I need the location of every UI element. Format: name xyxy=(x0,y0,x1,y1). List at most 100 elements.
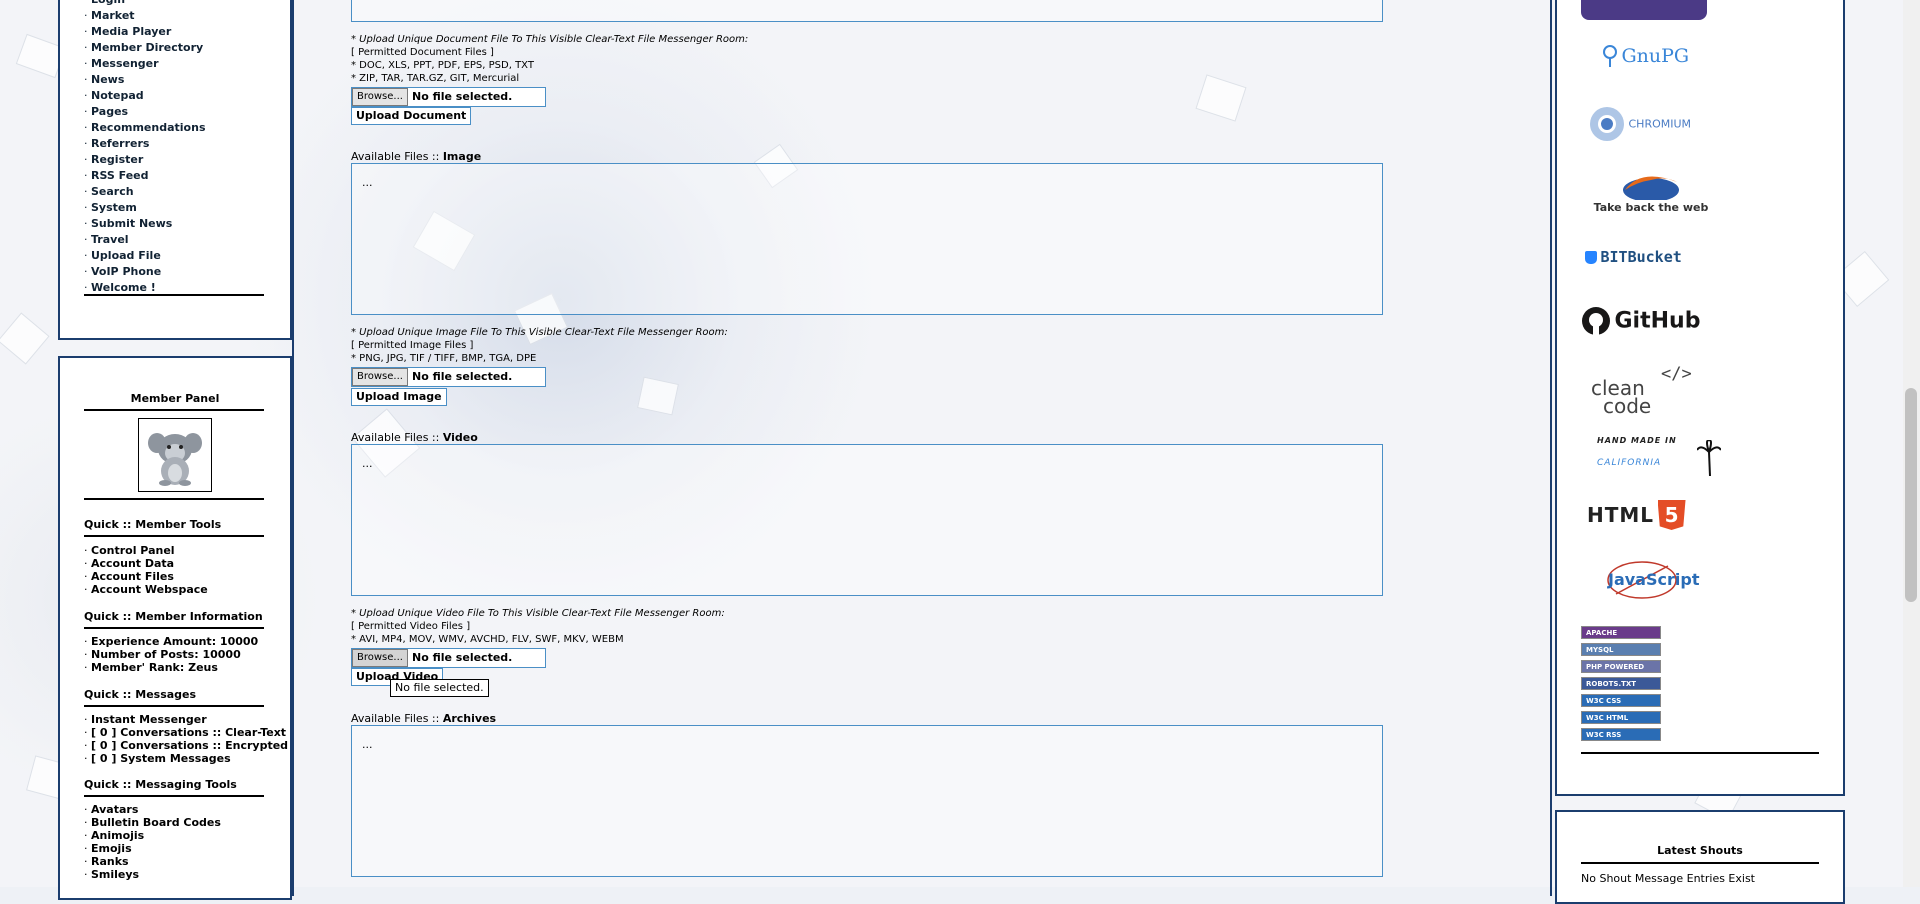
tech-badge[interactable]: MYSQL xyxy=(1581,643,1661,656)
nav-item[interactable]: Member Directory xyxy=(84,40,206,56)
nav-item[interactable]: Recommendations xyxy=(84,120,206,136)
document-types-2: * ZIP, TAR, TAR.GZ, GIT, Mercurial xyxy=(351,73,520,84)
nav-item[interactable]: Upload File xyxy=(84,248,206,264)
video-files-category: Video xyxy=(442,431,478,444)
nav-item[interactable]: News xyxy=(84,72,206,88)
messages-list: Instant Messenger[ 0 ] Conversations :: … xyxy=(84,713,288,765)
upload-image-button[interactable]: Upload Image xyxy=(351,388,447,406)
nav-item[interactable]: Messenger xyxy=(84,56,206,72)
nav-item[interactable]: Media Player xyxy=(84,24,206,40)
tech-badge[interactable]: APACHE xyxy=(1581,626,1661,639)
cleancode-logo[interactable]: clean code </> xyxy=(1591,364,1701,418)
nav-item[interactable]: Notepad xyxy=(84,88,206,104)
tools-item[interactable]: Account Data xyxy=(84,557,208,570)
divider xyxy=(1581,862,1819,864)
messages-item[interactable]: [ 0 ] System Messages xyxy=(84,752,288,765)
nav-item[interactable]: Register xyxy=(84,152,206,168)
messaging-tools-item[interactable]: Bulletin Board Codes xyxy=(84,816,221,829)
tech-badge[interactable]: W3C HTML xyxy=(1581,711,1661,724)
video-types-1: * AVI, MP4, MOV, WMV, AVCHD, FLV, SWF, M… xyxy=(351,634,624,645)
video-files-box[interactable]: ... xyxy=(351,444,1383,596)
nav-item[interactable]: RSS Feed xyxy=(84,168,206,184)
messaging-tools-item[interactable]: Avatars xyxy=(84,803,221,816)
messages-item[interactable]: Instant Messenger xyxy=(84,713,288,726)
info-item[interactable]: Experience Amount: 10000 xyxy=(84,635,258,648)
document-no-file-text: No file selected. xyxy=(412,90,513,103)
tools-item[interactable]: Account Files xyxy=(84,570,208,583)
messages-item[interactable]: [ 0 ] Conversations :: Clear-Text xyxy=(84,726,288,739)
info-item[interactable]: Member' Rank: Zeus xyxy=(84,661,258,674)
divider xyxy=(84,705,264,707)
chromium-logo[interactable]: CHROMIUM xyxy=(1589,106,1691,142)
nav-item[interactable]: VoIP Phone xyxy=(84,264,206,280)
california-text: CALIFORNIA xyxy=(1597,458,1662,468)
palm-tree-icon xyxy=(1697,440,1721,476)
chromium-text: CHROMIUM xyxy=(1628,117,1692,131)
tech-badge[interactable]: ROBOTS.TXT xyxy=(1581,677,1661,690)
messaging-tools-item[interactable]: Emojis xyxy=(84,842,221,855)
github-logo[interactable]: GitHub xyxy=(1581,306,1700,336)
messages-item[interactable]: [ 0 ] Conversations :: Encrypted xyxy=(84,739,288,752)
javascript-logo[interactable]: JavaScript xyxy=(1602,560,1699,600)
latest-shouts-message: No Shout Message Entries Exist xyxy=(1581,872,1755,885)
page-scrollbar-thumb[interactable] xyxy=(1905,388,1917,602)
member-tools-heading: Quick :: Member Tools xyxy=(84,518,222,531)
firefox-logo[interactable]: Take back the web xyxy=(1591,168,1711,214)
divider xyxy=(84,535,264,537)
tech-badge[interactable]: W3C RSS xyxy=(1581,728,1661,741)
nav-item[interactable]: Login xyxy=(84,0,206,8)
gnupg-logo[interactable]: GnuPG xyxy=(1602,44,1689,68)
tools-item[interactable]: Control Panel xyxy=(84,544,208,557)
nav-item[interactable]: Submit News xyxy=(84,216,206,232)
html5-logo[interactable]: HTML 5 xyxy=(1587,500,1686,530)
nav-item[interactable]: Market xyxy=(84,8,206,24)
video-files-label: Available Files :: Video xyxy=(351,431,478,444)
document-file-input[interactable]: Browse... No file selected. xyxy=(351,87,546,107)
image-no-file-text: No file selected. xyxy=(412,370,513,383)
divider xyxy=(84,627,264,629)
nav-menu: LoginMarketMedia PlayerMember DirectoryM… xyxy=(84,0,206,296)
video-file-input[interactable]: Browse... No file selected. xyxy=(351,648,546,668)
video-permitted-label: [ Permitted Video Files ] xyxy=(351,621,471,632)
image-files-box[interactable]: ... xyxy=(351,163,1383,315)
info-item[interactable]: Number of Posts: 10000 xyxy=(84,648,258,661)
video-browse-button[interactable]: Browse... xyxy=(352,649,408,667)
divider xyxy=(1581,752,1819,754)
gnupg-key-icon xyxy=(1603,45,1617,67)
upload-document-button[interactable]: Upload Document xyxy=(351,107,472,125)
nav-item[interactable]: Search xyxy=(84,184,206,200)
tech-badge[interactable]: W3C CSS xyxy=(1581,694,1661,707)
tools-item[interactable]: Account Webspace xyxy=(84,583,208,596)
documents-files-box xyxy=(351,0,1383,22)
bitbucket-logo[interactable]: BITBucket xyxy=(1585,248,1682,266)
image-file-input[interactable]: Browse... No file selected. xyxy=(351,367,546,387)
messaging-tools-item[interactable]: Ranks xyxy=(84,855,221,868)
archive-files-content: ... xyxy=(362,738,373,751)
tech-badge[interactable]: PHP POWERED xyxy=(1581,660,1661,673)
nav-item[interactable]: Pages xyxy=(84,104,206,120)
messaging-tools-item[interactable]: Smileys xyxy=(84,868,221,881)
image-browse-button[interactable]: Browse... xyxy=(352,368,408,386)
member-info-list: Experience Amount: 10000Number of Posts:… xyxy=(84,635,258,674)
video-files-label-text: Available Files :: xyxy=(351,431,443,444)
video-no-file-text: No file selected. xyxy=(412,651,513,664)
messaging-tools-item[interactable]: Animojis xyxy=(84,829,221,842)
messages-heading: Quick :: Messages xyxy=(84,688,197,701)
image-files-label-text: Available Files :: xyxy=(351,150,443,163)
nav-item[interactable]: Travel xyxy=(84,232,206,248)
nav-item[interactable]: System xyxy=(84,200,206,216)
chromium-icon xyxy=(1590,107,1624,141)
firefox-text: Take back the web xyxy=(1593,201,1709,214)
document-types-1: * DOC, XLS, PPT, PDF, EPS, PSD, TXT xyxy=(351,60,534,71)
document-browse-button[interactable]: Browse... xyxy=(352,88,408,106)
avatar[interactable] xyxy=(138,418,212,492)
archive-files-box[interactable]: ... xyxy=(351,725,1383,877)
nav-item[interactable]: Referrers xyxy=(84,136,206,152)
bitbucket-text: BITBucket xyxy=(1600,248,1682,266)
cleancode-text-2: code xyxy=(1603,394,1652,418)
archive-files-label: Available Files :: Archives xyxy=(351,712,496,725)
video-files-content: ... xyxy=(362,457,373,470)
image-files-category: Image xyxy=(442,150,482,163)
handmade-california-logo[interactable]: HAND MADE IN CALIFORNIA xyxy=(1597,436,1721,480)
partial-logo[interactable] xyxy=(1581,0,1707,20)
